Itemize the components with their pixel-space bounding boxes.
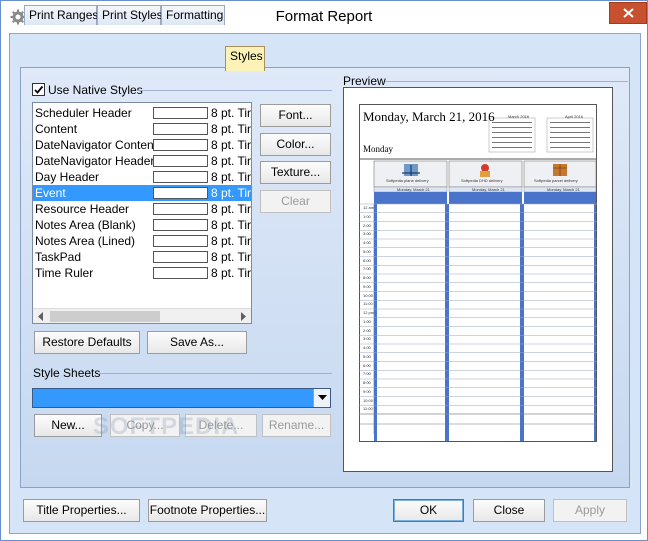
tab-styles[interactable]: Styles — [225, 46, 265, 71]
time-label: 10:00 — [363, 397, 374, 403]
mini-calendar-month: April 2016 — [565, 114, 584, 119]
restore-defaults-button[interactable]: Restore Defaults — [34, 331, 140, 354]
title-properties-button[interactable]: Title Properties... — [23, 499, 140, 522]
scrollbar-thumb[interactable] — [50, 311, 160, 322]
dropdown-arrow[interactable] — [313, 389, 330, 407]
use-native-styles-label[interactable]: Use Native Styles — [48, 83, 143, 97]
resource-date: Monday, March 21 — [547, 187, 580, 192]
preview-date-title: Monday, March 21, 2016 — [363, 109, 495, 124]
tab-formatting[interactable]: Formatting — [161, 5, 225, 25]
time-label: 1:00 — [363, 213, 371, 219]
preview-page — [359, 104, 597, 442]
time-label: 8:00 — [363, 380, 371, 385]
rename-style-sheet-button[interactable]: Rename... — [262, 414, 331, 437]
close-window-button[interactable] — [609, 2, 647, 24]
time-label: 4:00 — [363, 240, 371, 245]
clear-button[interactable]: Clear — [260, 190, 331, 213]
ok-button[interactable]: OK — [393, 499, 464, 522]
preview-day-label: Monday — [363, 144, 393, 154]
preview-label: Preview — [343, 74, 386, 88]
time-label: 1:00 — [363, 318, 371, 324]
resource-date: Monday, March 21 — [397, 187, 430, 192]
resource-date: Monday, March 21 — [472, 187, 505, 192]
resource-header: Softpedia plane delivery — [386, 178, 429, 183]
time-label: 6:00 — [363, 257, 371, 263]
time-label: 4:00 — [363, 345, 371, 350]
use-native-styles-checkbox[interactable] — [32, 83, 45, 96]
footnote-properties-button[interactable]: Footnote Properties... — [148, 499, 267, 522]
list-item[interactable]: Notes Area (Lined) 8 pt. Tir — [33, 233, 251, 249]
chevron-right-icon[interactable] — [240, 312, 247, 321]
group-divider — [98, 373, 332, 374]
time-label: 5:00 — [363, 248, 371, 254]
watermark: SOFTPEDIA — [93, 413, 240, 440]
time-label: 10:00 — [363, 292, 374, 298]
list-item[interactable]: Content 8 pt. Tir — [33, 121, 251, 137]
mini-calendar-month: March 2016 — [508, 114, 530, 119]
time-label: 2:00 — [363, 327, 371, 333]
horizontal-scrollbar[interactable] — [33, 308, 251, 323]
list-item[interactable]: Time Ruler 8 pt. Tir — [33, 265, 251, 281]
save-as-button[interactable]: Save As... — [147, 331, 247, 354]
time-label: 3:00 — [363, 231, 371, 237]
time-label: 11:00 — [363, 301, 373, 307]
font-button[interactable]: Font... — [260, 104, 331, 127]
styles-list[interactable]: Scheduler Header 8 pt. Tir Content 8 pt. T… — [32, 102, 252, 324]
time-label: 3:00 — [363, 336, 371, 342]
group-divider — [137, 90, 332, 91]
list-item[interactable]: Resource Header 8 pt. Tir — [33, 201, 251, 217]
time-label: 8:00 — [363, 275, 371, 280]
time-label: 6:00 — [363, 362, 371, 368]
new-style-sheet-button[interactable]: New... — [34, 414, 102, 437]
time-label: 2:00 — [363, 222, 371, 228]
apply-button[interactable]: Apply — [553, 499, 627, 522]
checkmark-icon — [34, 85, 44, 94]
tab-print-styles[interactable]: Print Styles — [97, 5, 163, 25]
tab-print-ranges[interactable]: Print Ranges — [24, 5, 98, 25]
time-label: 12 am — [363, 205, 375, 210]
plane-icon — [402, 164, 420, 176]
time-label: 5:00 — [363, 353, 371, 359]
chevron-left-icon[interactable] — [37, 312, 44, 321]
group-divider — [385, 81, 628, 82]
time-label: 9:00 — [363, 388, 371, 394]
chevron-down-icon — [318, 395, 327, 400]
close-button[interactable]: Close — [473, 499, 545, 522]
texture-button[interactable]: Texture... — [260, 161, 331, 184]
style-sheets-label: Style Sheets — [33, 366, 101, 380]
time-label: 9:00 — [363, 283, 371, 289]
list-item[interactable]: Notes Area (Blank) 8 pt. Tir — [33, 217, 251, 233]
color-button[interactable]: Color... — [260, 133, 331, 156]
time-label: 7:00 — [363, 371, 371, 377]
time-label: 11:00 — [363, 406, 373, 412]
list-item[interactable]: DateNavigator Header 8 pt. Tir — [33, 153, 251, 169]
list-item[interactable]: TaskPad 8 pt. Tir — [33, 249, 251, 265]
package-icon — [553, 164, 567, 176]
list-item[interactable]: DateNavigator Content 8 pt. Tir — [33, 137, 251, 153]
time-label: 12 pm — [363, 310, 375, 315]
close-icon — [623, 8, 634, 18]
resource-header: Softpedia parcel delivery — [534, 178, 578, 183]
list-item[interactable]: Scheduler Header 8 pt. Tir — [33, 105, 251, 121]
time-label: 7:00 — [363, 266, 371, 272]
resource-header: Softpedia DHD delivery — [461, 178, 503, 183]
list-item[interactable]: Day Header 8 pt. Tir — [33, 169, 251, 185]
format-report-window: Format Report Print Ranges Print Styles … — [0, 0, 648, 541]
list-item-selected[interactable]: Event 8 pt. Tir — [33, 185, 251, 201]
style-sheet-select[interactable] — [32, 388, 331, 408]
